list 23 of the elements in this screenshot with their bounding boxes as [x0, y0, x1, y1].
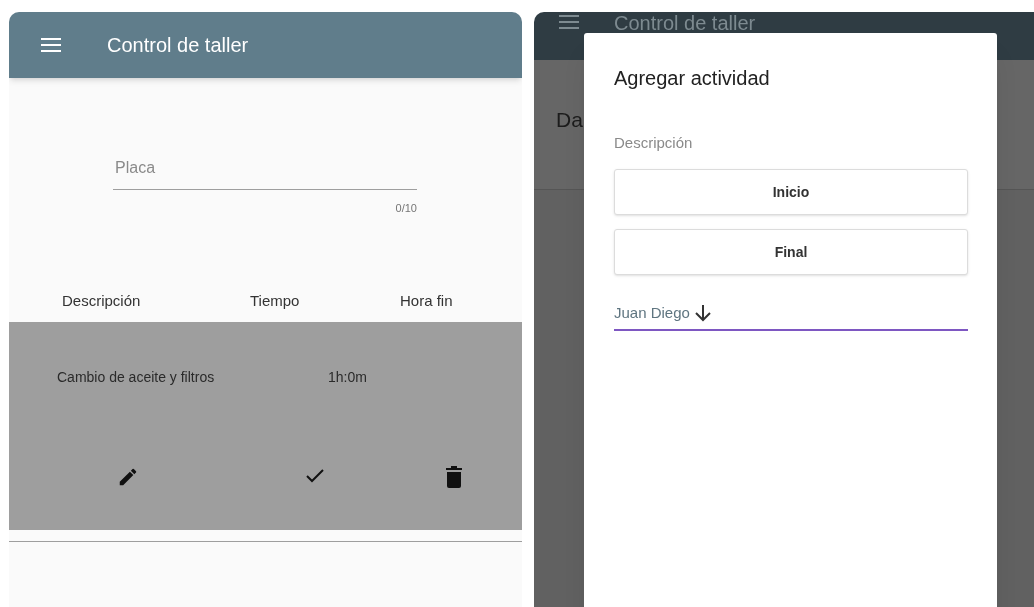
- character-counter: 0/10: [395, 201, 417, 216]
- dropdown[interactable]: Juan Diego: [614, 297, 968, 331]
- placeholder: Placa: [114, 157, 156, 178]
- heading: Da: [556, 106, 583, 133]
- dialog-title: Agregar actividad: [614, 66, 771, 91]
- table-cell-text: Cambio de aceite y filtros: [57, 367, 215, 387]
- plate-field[interactable]: Placa: [113, 146, 417, 190]
- button[interactable]: Final: [614, 229, 968, 275]
- dropdown-value: Juan Diego: [614, 302, 690, 323]
- app-title: Control de taller: [107, 33, 249, 58]
- column-header: Tiempo: [250, 290, 300, 311]
- table-cell-text: 1h:0m: [328, 367, 367, 387]
- check-icon[interactable]: [305, 467, 325, 484]
- description-field[interactable]: Descripción: [614, 129, 967, 157]
- column-header: Hora fin: [400, 290, 453, 311]
- arrow-down-icon: [693, 304, 712, 322]
- menu-icon[interactable]: [41, 37, 63, 53]
- column-header: Descripción: [62, 290, 141, 311]
- table-row[interactable]: Cambio de aceite y filtros 1h:0m: [9, 321, 522, 530]
- menu-icon[interactable]: [559, 15, 579, 29]
- app-title: Control de taller: [614, 12, 756, 35]
- button[interactable]: Inicio: [614, 169, 968, 215]
- trash-icon[interactable]: [446, 465, 462, 488]
